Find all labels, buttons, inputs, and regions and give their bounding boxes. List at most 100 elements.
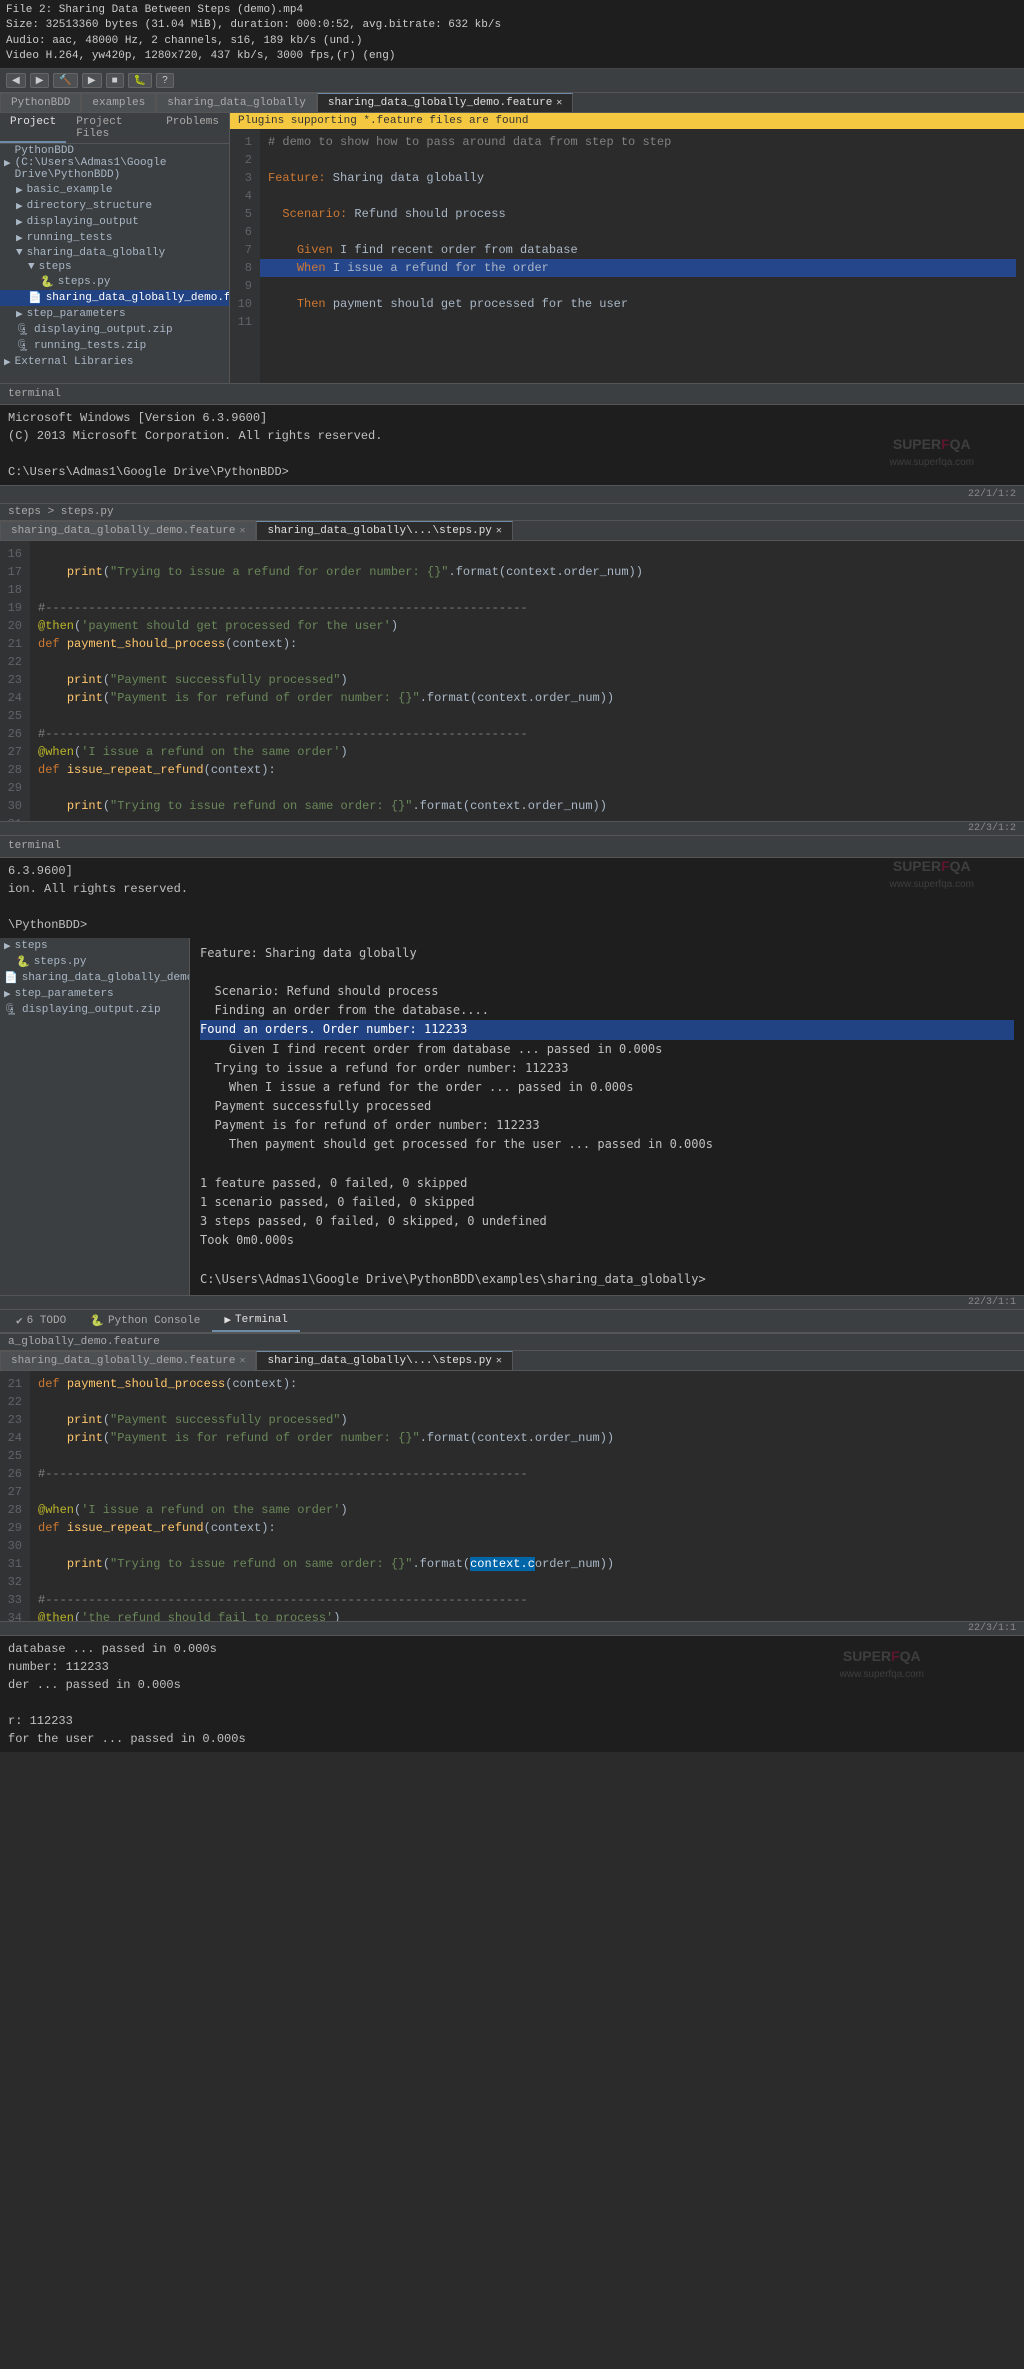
tree2-display-zip[interactable]: 🗜 displaying_output.zip [0, 1002, 189, 1018]
tree-basic-arrow: ▶ [16, 183, 23, 197]
video-title: File 2: Sharing Data Between Steps (demo… [6, 3, 1018, 18]
tree2-step-params[interactable]: ▶ step_parameters [0, 986, 189, 1002]
tab2-steps-close[interactable]: ✕ [496, 525, 502, 537]
feature-code[interactable]: # demo to show how to pass around data f… [260, 129, 1024, 383]
run-output: Feature: Sharing data globally Scenario:… [190, 938, 1024, 1295]
tree2-stepspy[interactable]: 🐍 steps.py [0, 954, 189, 970]
run-output-spacer2 [200, 1251, 1014, 1270]
tree-display[interactable]: ▶ displaying_output [0, 214, 229, 230]
tab3-steps[interactable]: sharing_data_globally\...\steps.py ✕ [256, 1351, 512, 1370]
tab2-feature[interactable]: sharing_data_globally_demo.feature ✕ [0, 521, 256, 540]
tab2-steps[interactable]: sharing_data_globally\...\steps.py ✕ [256, 521, 512, 540]
run-output-spacer [200, 1155, 1014, 1174]
tab2-feature-label: sharing_data_globally_demo.feature [11, 525, 235, 537]
sidebar-tab-problems[interactable]: Problems [156, 113, 229, 143]
tab-sharing[interactable]: sharing_data_globally [156, 93, 317, 112]
bottom-tabs: ✔ 6 TODO 🐍 Python Console ▶ Terminal [0, 1309, 1024, 1333]
sidebar-tab-project[interactable]: Project [0, 113, 66, 143]
editor-tabs-2: sharing_data_globally_demo.feature ✕ sha… [0, 521, 1024, 541]
tree2-feature-label: sharing_data_globally_demo.feature [22, 972, 190, 984]
video-audio: Audio: aac, 48000 Hz, 2 channels, s16, 1… [6, 34, 1018, 49]
sidebar-tabs: Project Project Files Problems [0, 113, 229, 144]
tree-pythonbdd-arrow: ▶ [4, 156, 11, 170]
terminal-content-1[interactable]: Microsoft Windows [Version 6.3.9600] (C)… [0, 405, 1024, 485]
tab-sharing-label: sharing_data_globally [167, 97, 306, 109]
run-output-line1: Feature: Sharing data globally [200, 944, 1014, 963]
line-numbers: 12345 67891011 [230, 129, 260, 383]
bottom-tab-terminal[interactable]: ▶ Terminal [212, 1310, 299, 1332]
sidebar-2: ▶ steps 🐍 steps.py 📄 sharing_data_global… [0, 938, 190, 1295]
run-output-line3: Scenario: Refund should process [200, 982, 1014, 1001]
info-bar-text: Plugins supporting *.feature files are f… [238, 115, 528, 127]
tree-feature-label: sharing_data_globally_demo.feature [46, 292, 230, 304]
run-context-label: steps > steps.py [8, 506, 114, 518]
tree-display-zip[interactable]: 🗜 displaying_output.zip [0, 322, 229, 338]
tree2-stepspy-label: steps.py [34, 956, 87, 968]
tab3-feature-close[interactable]: ✕ [239, 1355, 245, 1367]
tree-step-params-label: step_parameters [27, 308, 126, 320]
back-button[interactable]: ◀ [6, 73, 26, 88]
video-size: Size: 32513360 bytes (31.04 MiB), durati… [6, 18, 1018, 33]
status-bar-3: 22/3/1:1 [0, 1621, 1024, 1635]
line-numbers-3: 2122232425 2627282930 3132333435 [0, 1371, 30, 1621]
forward-button[interactable]: ▶ [30, 73, 50, 88]
bottom-tab-todo[interactable]: ✔ 6 TODO [4, 1311, 78, 1331]
run-output-line9: Payment is for refund of order number: 1… [200, 1116, 1014, 1135]
stop-button[interactable]: ■ [106, 73, 124, 88]
steps-code-3[interactable]: def payment_should_process(context): pri… [30, 1371, 1024, 1621]
run-status-ts: 22/3/1:1 [968, 1297, 1016, 1308]
tab-pythonbdd[interactable]: PythonBDD [0, 93, 81, 112]
tree-feature-file[interactable]: 📄 sharing_data_globally_demo.feature [0, 290, 229, 306]
steps-editor-2[interactable]: 1617181920 2122232425 2627282930 313233 … [0, 541, 1024, 821]
steps-code-2[interactable]: print("Trying to issue a refund for orde… [30, 541, 1024, 821]
tree2-feature[interactable]: 📄 sharing_data_globally_demo.feature [0, 970, 189, 986]
help-button[interactable]: ? [156, 73, 174, 88]
tree-steps-folder[interactable]: ▼ steps [0, 260, 229, 274]
feature-editor[interactable]: Plugins supporting *.feature files are f… [230, 113, 1024, 383]
tree-stepspy[interactable]: 🐍 steps.py [0, 274, 229, 290]
bottom-tab-python-console[interactable]: 🐍 Python Console [78, 1311, 212, 1331]
tree-sharing[interactable]: ▼ sharing_data_globally [0, 246, 229, 260]
tree-running[interactable]: ▶ running_tests [0, 230, 229, 246]
build-button[interactable]: 🔨 [53, 73, 77, 88]
tree-dir[interactable]: ▶ directory_structure [0, 198, 229, 214]
terminal-content-3[interactable]: database ... passed in 0.000s number: 11… [0, 1636, 1024, 1752]
debug-button[interactable]: 🐛 [128, 73, 152, 88]
code-editor[interactable]: 12345 67891011 # demo to show how to pas… [230, 129, 1024, 383]
info-bar: Plugins supporting *.feature files are f… [230, 113, 1024, 129]
run-output-line8: Payment successfully processed [200, 1097, 1014, 1116]
tree2-steps-label: steps [15, 940, 48, 952]
sidebar-tab-files[interactable]: Project Files [66, 113, 156, 143]
tree-basic[interactable]: ▶ basic_example [0, 182, 229, 198]
run-button[interactable]: ▶ [82, 73, 102, 88]
tab-examples[interactable]: examples [81, 93, 156, 112]
run-output-line10: Then payment should get processed for th… [200, 1135, 1014, 1154]
tab-feature-close[interactable]: ✕ [556, 97, 562, 109]
run-output-passed3: 3 steps passed, 0 failed, 0 skipped, 0 u… [200, 1212, 1014, 1231]
tree2-steps-arrow: ▶ [4, 939, 11, 953]
tree-step-params[interactable]: ▶ step_parameters [0, 306, 229, 322]
tree-root: ▶ PythonBDD (C:\Users\Admas1\Google Driv… [0, 144, 229, 370]
tab-feature[interactable]: sharing_data_globally_demo.feature ✕ [317, 93, 573, 112]
tab2-feature-close[interactable]: ✕ [239, 525, 245, 537]
python-console-icon: 🐍 [90, 1314, 104, 1328]
tree-feature-icon: 📄 [28, 291, 42, 305]
editor-block-3: a_globally_demo.feature sharing_data_glo… [0, 1333, 1024, 1635]
tab3-feature[interactable]: sharing_data_globally_demo.feature ✕ [0, 1351, 256, 1370]
run-output-passed2: 1 scenario passed, 0 failed, 0 skipped [200, 1193, 1014, 1212]
tree2-steps[interactable]: ▶ steps [0, 938, 189, 954]
run-file-label: a_globally_demo.feature [8, 1336, 160, 1348]
tree-pythonbdd-label: PythonBDD (C:\Users\Admas1\Google Drive\… [15, 145, 229, 181]
tab3-steps-close[interactable]: ✕ [496, 1355, 502, 1367]
status-2: 22/3/1:2 [968, 823, 1016, 834]
tree-running-zip[interactable]: 🗜 running_tests.zip [0, 338, 229, 354]
steps-editor-3[interactable]: 2122232425 2627282930 3132333435 def pay… [0, 1371, 1024, 1621]
terminal-label-1: terminal [8, 386, 61, 403]
status-bar-2: 22/3/1:2 [0, 821, 1024, 835]
run-output-line4: Finding an order from the database.... [200, 1001, 1014, 1020]
tree-pythonbdd[interactable]: ▶ PythonBDD (C:\Users\Admas1\Google Driv… [0, 144, 229, 182]
terminal-content-2[interactable]: 6.3.9600] ion. All rights reserved. \Pyt… [0, 858, 1024, 938]
editor-tabs-3: sharing_data_globally_demo.feature ✕ sha… [0, 1351, 1024, 1371]
video-bar: File 2: Sharing Data Between Steps (demo… [0, 0, 1024, 69]
tree-external[interactable]: ▶ External Libraries [0, 354, 229, 370]
